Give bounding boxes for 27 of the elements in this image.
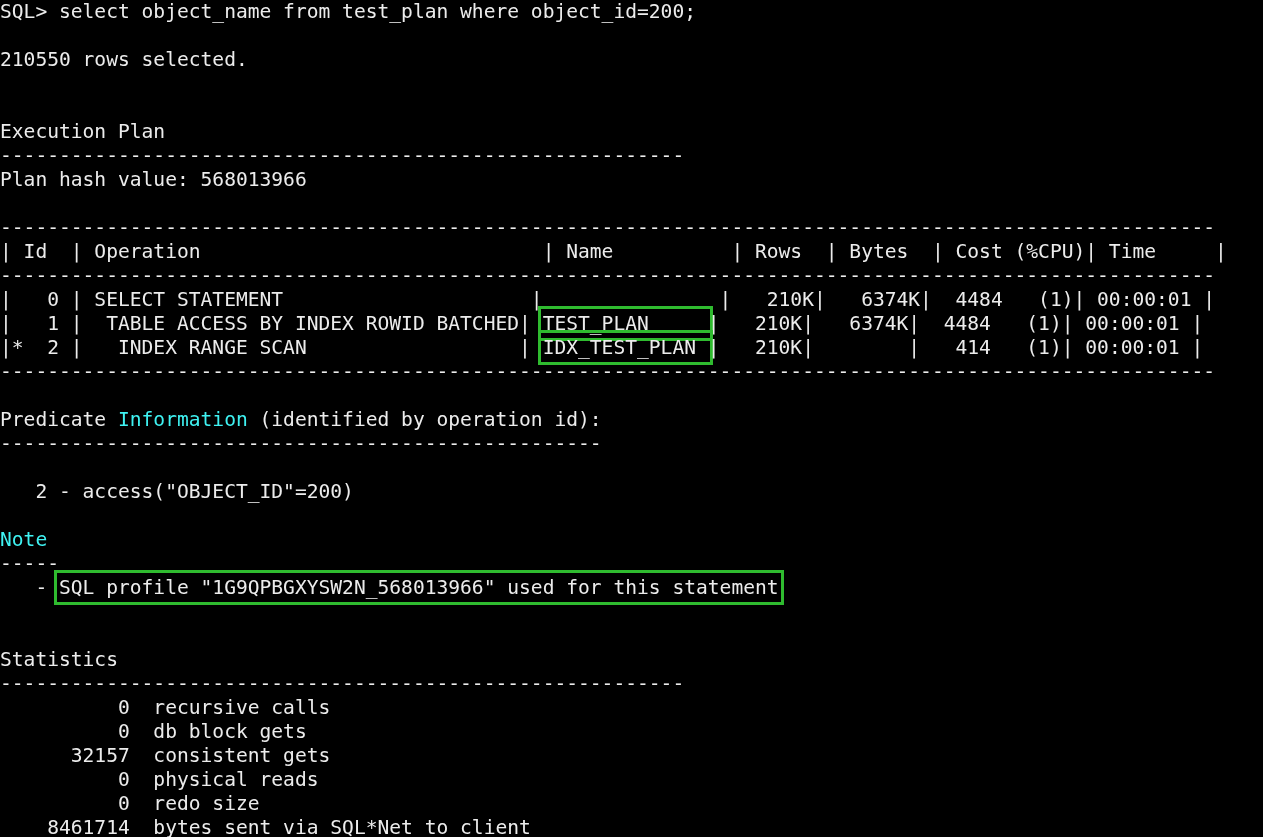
boxed-text: SQL profile "1G9QPBGXYSW2N_568013966" used for this statement <box>54 570 784 605</box>
boxed-text: TEST_PLAN <box>537 306 713 341</box>
output-text: Plan hash value: 568013966 <box>0 168 307 192</box>
output-text: | 1 | TABLE ACCESS BY INDEX ROWID BATCHED| <box>0 312 532 335</box>
output-text: | Id | Operation | Name | Rows | Bytes | Cost (%CPU)| Time | <box>0 240 1227 264</box>
output-text: Statistics <box>0 648 118 672</box>
output-text: 0 recursive calls <box>116 696 331 720</box>
output-text: 0 physical reads <box>116 768 319 792</box>
output-text: 210550 rows selected. <box>0 48 248 72</box>
output-text: 2 - access("OBJECT_ID"=200) <box>34 480 354 504</box>
output-text: Execution Plan <box>0 120 166 144</box>
output-text: - <box>34 576 49 599</box>
output-text: SQL> select object_name from test_plan where object_id=200; <box>0 0 696 24</box>
boxed-text: IDX_TEST_PLAN <box>537 330 713 365</box>
highlighted-word: Note <box>0 528 48 551</box>
dashed-rule: ---------------------------------------------------------- <box>0 672 685 696</box>
output-text: (identified by operation id): <box>258 408 602 431</box>
highlighted-word: Information <box>117 408 248 431</box>
output-text: 32157 consistent gets <box>69 744 331 768</box>
output-text: Predicate <box>0 408 108 431</box>
output-text: 0 db block gets <box>116 720 307 744</box>
dashed-rule: ---------------------------------------------------------- <box>0 144 685 168</box>
dashed-rule: ------------------------------------------------------------------------------------------------------- <box>0 216 1216 240</box>
output-text: |* 2 | INDEX RANGE SCAN | <box>0 336 532 359</box>
output-text: 0 redo size <box>116 792 260 816</box>
dashed-rule: ------------------------------------------------------------------------------------------------------- <box>0 264 1216 288</box>
dashed-rule: --------------------------------------------------- <box>0 432 602 456</box>
